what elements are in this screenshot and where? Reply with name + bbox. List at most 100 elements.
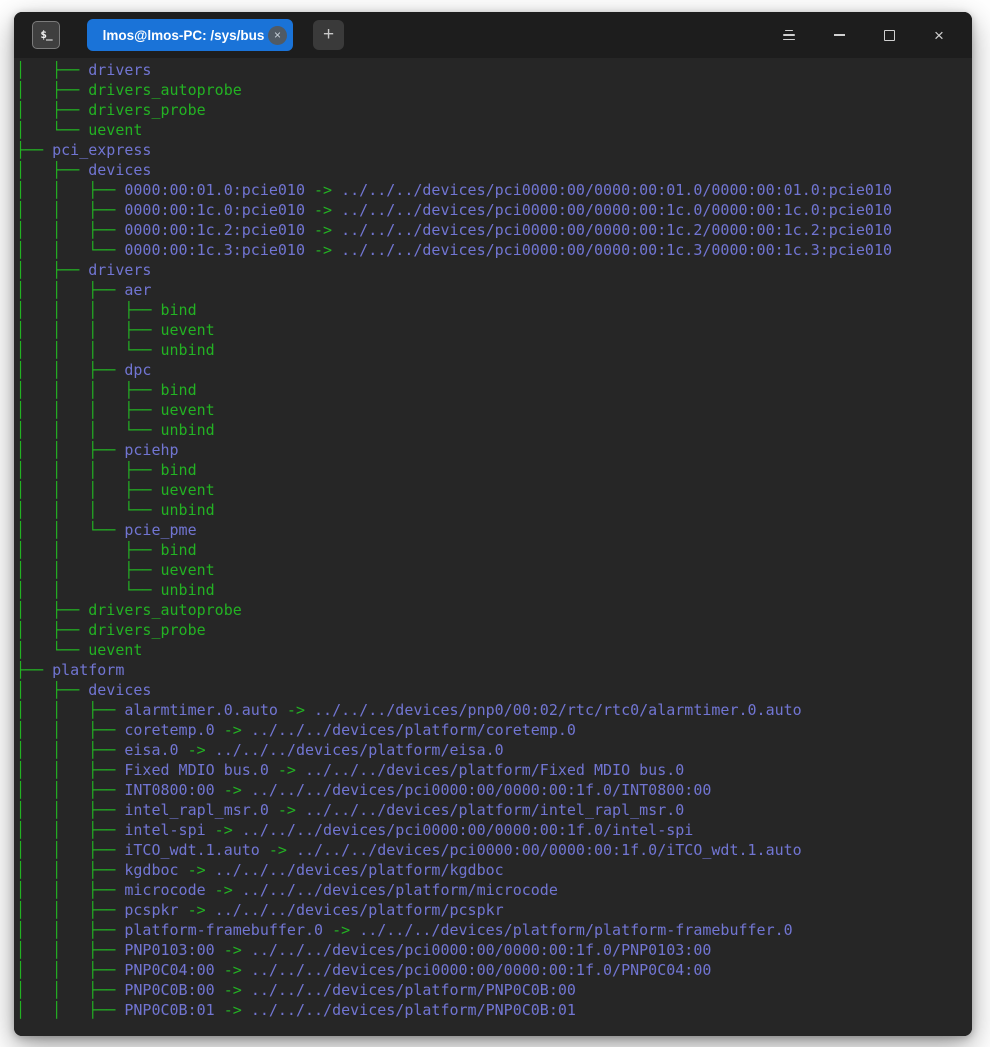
tree-segment-tree: │ │ ├── — [16, 841, 124, 859]
close-button[interactable]: × — [914, 12, 964, 58]
tree-segment-target: ../../../devices/pci0000:00/0000:00:1f.0… — [296, 841, 802, 859]
tree-segment-tree: │ │ ├── — [16, 961, 124, 979]
tree-segment-dir: drivers — [88, 61, 151, 79]
tree-line: │ │ ├── 0000:00:1c.2:pcie010 -> ../../..… — [16, 220, 972, 240]
tree-segment-target: ../../../devices/pci0000:00/0000:00:1f.0… — [242, 821, 694, 839]
tree-line: │ │ │ └── unbind — [16, 500, 972, 520]
tree-segment-target: ../../../devices/pci0000:00/0000:00:1f.0… — [251, 941, 712, 959]
tree-segment-arrow: -> — [305, 221, 341, 239]
tree-line: │ │ ├── PNP0C0B:00 -> ../../../devices/p… — [16, 980, 972, 1000]
tree-segment-tree: │ │ ├── — [16, 1001, 124, 1019]
tree-line: │ └── uevent — [16, 120, 972, 140]
tree-segment-tree: │ │ ├── — [16, 221, 124, 239]
tree-segment-arrow: -> — [206, 881, 242, 899]
tree-line: │ │ ├── 0000:00:1c.0:pcie010 -> ../../..… — [16, 200, 972, 220]
tree-segment-link: INT0800:00 — [124, 781, 214, 799]
tree-segment-arrow: -> — [179, 741, 215, 759]
menu-button[interactable] — [764, 12, 814, 58]
tree-line: │ │ ├── 0000:00:01.0:pcie010 -> ../../..… — [16, 180, 972, 200]
titlebar[interactable]: $_ lmos@lmos-PC: /sys/bus × + × — [14, 12, 972, 58]
tree-segment-tree: │ │ └── — [16, 521, 124, 539]
tree-segment-file: bind — [161, 461, 197, 479]
tree-segment-arrow: -> — [215, 781, 251, 799]
tree-line: │ │ ├── pciehp — [16, 440, 972, 460]
tree-segment-arrow: -> — [269, 801, 305, 819]
tree-line: │ ├── devices — [16, 160, 972, 180]
tree-segment-arrow: -> — [215, 721, 251, 739]
maximize-button[interactable] — [864, 12, 914, 58]
tree-line: │ ├── devices — [16, 680, 972, 700]
tree-segment-tree: ├── — [16, 661, 52, 679]
tree-line: ├── platform — [16, 660, 972, 680]
minimize-icon — [834, 34, 845, 36]
tree-line: │ │ └── 0000:00:1c.3:pcie010 -> ../../..… — [16, 240, 972, 260]
tree-segment-tree: │ │ ├── — [16, 981, 124, 999]
tree-line: │ │ ├── uevent — [16, 560, 972, 580]
new-tab-button[interactable]: + — [313, 20, 344, 50]
tree-segment-link: 0000:00:1c.3:pcie010 — [124, 241, 305, 259]
tree-segment-tree: │ │ ├── — [16, 281, 124, 299]
tree-segment-link: PNP0C0B:00 — [124, 981, 214, 999]
close-icon: × — [934, 27, 944, 44]
minimize-button[interactable] — [814, 12, 864, 58]
tree-segment-link: intel_rapl_msr.0 — [124, 801, 269, 819]
tree-segment-tree: │ │ │ └── — [16, 341, 161, 359]
tree-segment-tree: │ │ │ ├── — [16, 301, 161, 319]
tree-segment-target: ../../../devices/platform/intel_rapl_msr… — [305, 801, 684, 819]
tree-line: │ ├── drivers_probe — [16, 620, 972, 640]
tree-segment-tree: │ │ └── — [16, 241, 124, 259]
tree-segment-tree: │ └── — [16, 641, 88, 659]
terminal-output[interactable]: │ ├── drivers│ ├── drivers_autoprobe│ ├─… — [14, 58, 972, 1036]
tree-segment-tree: │ ├── — [16, 681, 88, 699]
tree-segment-tree: │ │ ├── — [16, 701, 124, 719]
tree-line: │ │ ├── kgdboc -> ../../../devices/platf… — [16, 860, 972, 880]
tree-segment-target: ../../../devices/pci0000:00/0000:00:1f.0… — [251, 961, 712, 979]
tree-segment-file: uevent — [88, 641, 142, 659]
tree-line: │ │ └── unbind — [16, 580, 972, 600]
tree-segment-arrow: -> — [323, 921, 359, 939]
tree-line: │ │ ├── platform-framebuffer.0 -> ../../… — [16, 920, 972, 940]
tree-segment-dir: drivers — [88, 261, 151, 279]
tree-segment-file: drivers_probe — [88, 101, 205, 119]
tree-segment-file: uevent — [161, 561, 215, 579]
tree-segment-tree: │ ├── — [16, 621, 88, 639]
tree-segment-target: ../../../devices/platform/eisa.0 — [215, 741, 504, 759]
tree-line: │ │ │ ├── uevent — [16, 320, 972, 340]
tree-segment-target: ../../../devices/pci0000:00/0000:00:1c.3… — [341, 241, 892, 259]
tree-line: │ │ ├── intel_rapl_msr.0 -> ../../../dev… — [16, 800, 972, 820]
tree-segment-target: ../../../devices/pci0000:00/0000:00:01.0… — [341, 181, 892, 199]
tree-segment-link: microcode — [124, 881, 205, 899]
tree-segment-file: unbind — [161, 581, 215, 599]
tree-line: │ ├── drivers_probe — [16, 100, 972, 120]
tab-active[interactable]: lmos@lmos-PC: /sys/bus × — [87, 19, 293, 51]
tree-line: │ │ │ ├── bind — [16, 300, 972, 320]
tree-segment-tree: │ └── — [16, 121, 88, 139]
tree-segment-tree: │ ├── — [16, 601, 88, 619]
tree-segment-arrow: -> — [206, 821, 242, 839]
tree-line: │ │ ├── iTCO_wdt.1.auto -> ../../../devi… — [16, 840, 972, 860]
tree-segment-arrow: -> — [215, 981, 251, 999]
tree-segment-file: bind — [161, 301, 197, 319]
tree-line: │ ├── drivers_autoprobe — [16, 80, 972, 100]
tree-segment-dir: pciehp — [124, 441, 178, 459]
tree-segment-dir: devices — [88, 681, 151, 699]
tree-segment-file: drivers_autoprobe — [88, 81, 242, 99]
tree-line: │ │ ├── pcspkr -> ../../../devices/platf… — [16, 900, 972, 920]
tree-segment-tree: ├── — [16, 141, 52, 159]
tab-close-icon[interactable]: × — [268, 26, 287, 45]
tree-line: │ │ ├── eisa.0 -> ../../../devices/platf… — [16, 740, 972, 760]
tree-segment-file: bind — [161, 541, 197, 559]
tree-segment-file: bind — [161, 381, 197, 399]
tree-segment-link: alarmtimer.0.auto — [124, 701, 278, 719]
terminal-window: $_ lmos@lmos-PC: /sys/bus × + × │ ├── dr… — [14, 12, 972, 1036]
tree-line: │ ├── drivers_autoprobe — [16, 600, 972, 620]
tree-line: │ │ ├── PNP0C04:00 -> ../../../devices/p… — [16, 960, 972, 980]
tree-segment-file: unbind — [161, 421, 215, 439]
terminal-app-icon-glyph: $_ — [40, 29, 51, 40]
tree-line: │ │ ├── aer — [16, 280, 972, 300]
tree-segment-tree: │ │ │ ├── — [16, 401, 161, 419]
tree-line: │ │ │ └── unbind — [16, 420, 972, 440]
tree-segment-tree: │ ├── — [16, 161, 88, 179]
tree-line: │ └── uevent — [16, 640, 972, 660]
tab-label: lmos@lmos-PC: /sys/bus — [101, 28, 266, 43]
